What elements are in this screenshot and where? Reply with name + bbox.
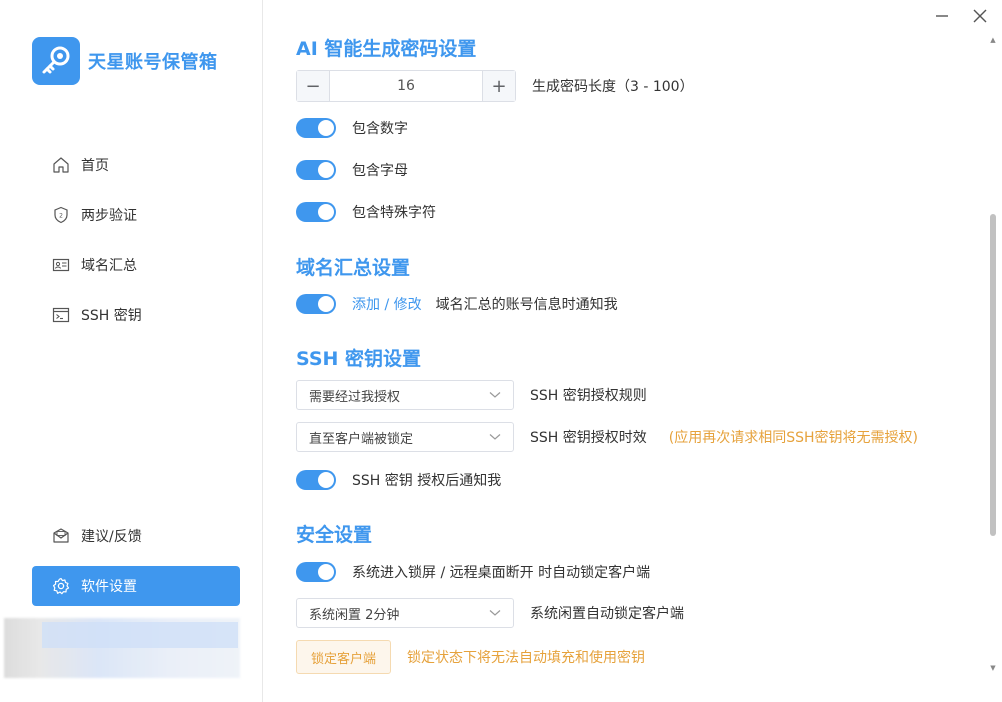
password-length-label: 生成密码长度（3 - 100） [532,79,694,95]
lock-on-screen-toggle[interactable] [296,562,336,582]
svg-text:2: 2 [59,213,63,220]
ssh-expiry-row: 直至客户端被锁定 SSH 密钥授权时效 (应用再次请求相同SSH密钥将无需授权) [296,422,918,452]
key-logo-icon [32,37,80,85]
include-digits-label: 包含数字 [352,121,408,137]
include-special-label: 包含特殊字符 [352,205,436,221]
domain-notify-row: 添加 / 修改 域名汇总的账号信息时通知我 [296,294,618,314]
minimize-icon [936,15,948,17]
lock-on-screen-label: 系统进入锁屏 / 远程桌面断开 时自动锁定客户端 [352,565,651,581]
include-special-row: 包含特殊字符 [296,202,436,222]
ssh-expiry-value: 直至客户端被锁定 [309,431,414,447]
close-icon [973,9,987,23]
domain-edit-link[interactable]: 添加 / 修改 [352,294,422,314]
ssh-notify-row: SSH 密钥 授权后通知我 [296,470,501,490]
section-title-security: 安全设置 [296,524,373,546]
password-length-value[interactable]: 16 [330,71,482,101]
sidebar-item-feedback[interactable]: 建议/反馈 [32,516,240,556]
sidebar-item-settings[interactable]: 软件设置 [32,566,240,606]
close-button[interactable] [972,8,988,24]
idle-lock-value: 系统闲置 2分钟 [309,607,400,623]
gear-icon [52,577,70,595]
include-letters-row: 包含字母 [296,160,408,180]
section-title-ssh: SSH 密钥设置 [296,348,422,370]
section-title-ai: AI 智能生成密码设置 [296,38,477,60]
terminal-icon [52,307,70,323]
id-card-icon [52,258,70,272]
include-special-toggle[interactable] [296,202,336,222]
ssh-rule-value: 需要经过我授权 [309,389,401,405]
include-letters-label: 包含字母 [352,163,408,179]
sidebar-item-label: 两步验证 [81,208,137,224]
app-logo: 天星账号保管箱 [32,37,218,85]
mail-icon [53,528,69,543]
scrollbar-thumb[interactable] [990,214,996,536]
section-title-domain: 域名汇总设置 [296,257,411,279]
include-digits-toggle[interactable] [296,118,336,138]
decrement-button[interactable]: − [297,71,330,101]
sidebar-item-domains[interactable]: 域名汇总 [32,245,240,285]
idle-lock-row: 系统闲置 2分钟 系统闲置自动锁定客户端 [296,598,684,628]
password-length-stepper[interactable]: − 16 + [296,70,516,102]
sidebar-item-ssh[interactable]: SSH 密钥 [32,295,240,335]
ssh-notify-label: SSH 密钥 授权后通知我 [352,473,502,489]
domain-notify-label: 域名汇总的账号信息时通知我 [435,297,618,313]
include-digits-row: 包含数字 [296,118,408,138]
idle-lock-select[interactable]: 系统闲置 2分钟 [296,598,514,628]
ssh-rule-label: SSH 密钥授权规则 [530,388,647,404]
ssh-rule-row: 需要经过我授权 SSH 密钥授权规则 [296,380,647,410]
lock-client-button[interactable]: 锁定客户端 [296,640,392,674]
sidebar-bottom-nav: 建议/反馈 软件设置 [32,516,240,616]
sidebar-item-label: 建议/反馈 [81,529,142,545]
sidebar-item-label: 首页 [81,158,109,174]
window-controls [934,8,988,24]
minimize-button[interactable] [934,8,950,24]
chevron-down-icon [489,610,501,616]
home-icon [53,157,69,173]
lock-client-row: 锁定客户端 锁定状态下将无法自动填充和使用密钥 [296,640,645,674]
scroll-up-icon[interactable]: ▲ [990,36,996,44]
sidebar-item-label: 软件设置 [81,579,137,595]
ssh-rule-select[interactable]: 需要经过我授权 [296,380,514,410]
idle-lock-label: 系统闲置自动锁定客户端 [530,606,684,622]
blurred-area [42,622,238,648]
sidebar-item-2fa[interactable]: 2 两步验证 [32,195,240,235]
sidebar-item-home[interactable]: 首页 [32,145,240,185]
password-length-row: − 16 + 生成密码长度（3 - 100） [296,70,694,102]
scrollbar[interactable]: ▲ ▼ [990,36,996,672]
sidebar: 天星账号保管箱 首页 2 两步验证 域名汇总 SSH 密钥 建议/反馈 软件设置 [0,0,263,702]
sidebar-item-label: 域名汇总 [81,258,137,274]
shield-icon: 2 [54,206,68,224]
lock-on-screen-row: 系统进入锁屏 / 远程桌面断开 时自动锁定客户端 [296,562,650,582]
include-letters-toggle[interactable] [296,160,336,180]
sidebar-item-label: SSH 密钥 [81,308,142,324]
lock-client-note: 锁定状态下将无法自动填充和使用密钥 [407,650,646,666]
chevron-down-icon [489,434,501,440]
ssh-expiry-note: (应用再次请求相同SSH密钥将无需授权) [668,430,918,446]
domain-notify-toggle[interactable] [296,294,336,314]
increment-button[interactable]: + [482,71,515,101]
ssh-expiry-label: SSH 密钥授权时效 [530,430,647,446]
ssh-expiry-select[interactable]: 直至客户端被锁定 [296,422,514,452]
app-title: 天星账号保管箱 [88,52,218,73]
scroll-down-icon[interactable]: ▼ [990,664,996,672]
sidebar-nav: 首页 2 两步验证 域名汇总 SSH 密钥 [32,145,240,345]
chevron-down-icon [489,392,501,398]
ssh-notify-toggle[interactable] [296,470,336,490]
